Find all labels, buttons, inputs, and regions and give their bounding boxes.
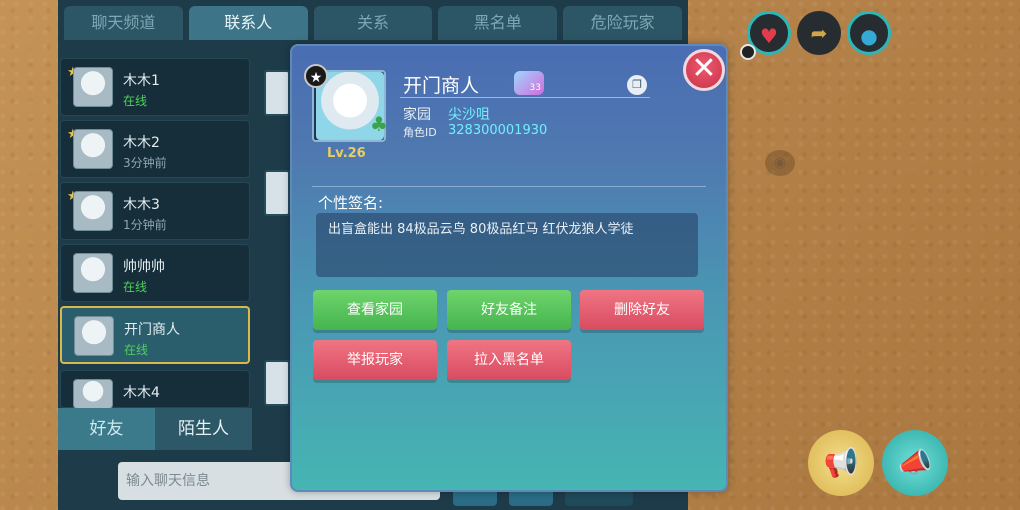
friend-status: 在线: [124, 343, 149, 357]
list-item-selected[interactable]: 开门商人 在线: [60, 306, 250, 364]
friend-status: 在线: [123, 280, 148, 294]
friend-name: 木木3: [123, 197, 160, 213]
vip-level: 33: [529, 83, 541, 93]
friend-type-tabs: 好友 陌生人: [58, 408, 252, 450]
star-badge-icon: ★: [304, 64, 328, 88]
friend-name: 木木4: [123, 385, 160, 401]
friend-list: ★ 木木1 在线 ★ 木木2 3分钟前 ★ 木木3 1分钟前 帅帅帅 在线 开门…: [60, 58, 252, 409]
view-home-button[interactable]: 查看家园: [313, 290, 437, 330]
tab-relations[interactable]: 关系: [313, 6, 433, 40]
avatar: [73, 253, 113, 293]
list-item[interactable]: ★ 木木3 1分钟前: [60, 182, 250, 240]
water-drop-icon[interactable]: ●: [847, 11, 891, 55]
tab-chat-channel[interactable]: 聊天频道: [64, 6, 183, 40]
role-id-value: 328300001930: [448, 123, 548, 138]
palm-tree-icon: ♣: [370, 112, 388, 136]
list-item[interactable]: ★ 木木1 在线: [60, 58, 250, 116]
friend-name: 木木2: [123, 135, 160, 151]
signature-title: 个性签名:: [318, 194, 384, 212]
name-divider: [400, 97, 650, 98]
list-item[interactable]: 木木4: [60, 370, 250, 409]
delete-friend-button[interactable]: 删除好友: [580, 290, 704, 330]
tab-strangers[interactable]: 陌生人: [155, 408, 252, 450]
megaphone-icon[interactable]: 📢: [808, 430, 874, 496]
list-item[interactable]: ★ 木木2 3分钟前: [60, 120, 250, 178]
eye-icon[interactable]: ◉: [765, 150, 795, 176]
report-player-button[interactable]: 举报玩家: [313, 340, 437, 380]
player-name: 开门商人: [403, 75, 480, 97]
avatar: [264, 170, 290, 216]
friend-name: 开门商人: [124, 322, 180, 338]
close-button[interactable]: ✕: [683, 49, 725, 91]
chat-avatar-column: [256, 58, 290, 408]
tab-dangerous-players[interactable]: 危险玩家: [563, 6, 682, 40]
friend-name: 木木1: [123, 73, 160, 89]
copy-icon[interactable]: ❐: [627, 75, 647, 95]
friend-status: 3分钟前: [123, 156, 167, 170]
list-item[interactable]: 帅帅帅 在线: [60, 244, 250, 302]
status-dot-icon: [740, 44, 756, 60]
tab-friends[interactable]: 好友: [58, 408, 155, 450]
vip-badge-icon: 33: [514, 71, 544, 95]
tab-contacts[interactable]: 联系人: [188, 6, 308, 40]
player-level: Lv.26: [327, 146, 366, 161]
home-value[interactable]: 尖沙咀: [448, 104, 490, 124]
home-label: 家园: [403, 107, 431, 123]
avatar: [264, 70, 290, 116]
chat-tabs: 聊天频道 联系人 关系 黑名单 危险玩家: [58, 0, 688, 46]
avatar: [73, 379, 113, 409]
loudspeaker-icon[interactable]: 📣: [882, 430, 948, 496]
avatar: [264, 360, 290, 406]
avatar: [73, 191, 113, 231]
signature-text: 出盲盒能出 84极品云鸟 80极品红马 红伏龙狼人学徒: [316, 213, 698, 277]
friend-name: 帅帅帅: [123, 259, 165, 275]
friend-note-button[interactable]: 好友备注: [447, 290, 571, 330]
friend-status: 1分钟前: [123, 218, 167, 232]
add-blacklist-button[interactable]: 拉入黑名单: [447, 340, 571, 380]
tab-blacklist[interactable]: 黑名单: [438, 6, 558, 40]
arrow-icon[interactable]: ➦: [797, 11, 841, 55]
role-id-label: 角色ID: [403, 126, 437, 139]
avatar: [73, 129, 113, 169]
section-divider: [312, 186, 706, 187]
avatar: [73, 67, 113, 107]
friend-status: 在线: [123, 94, 148, 108]
avatar: [74, 316, 114, 356]
